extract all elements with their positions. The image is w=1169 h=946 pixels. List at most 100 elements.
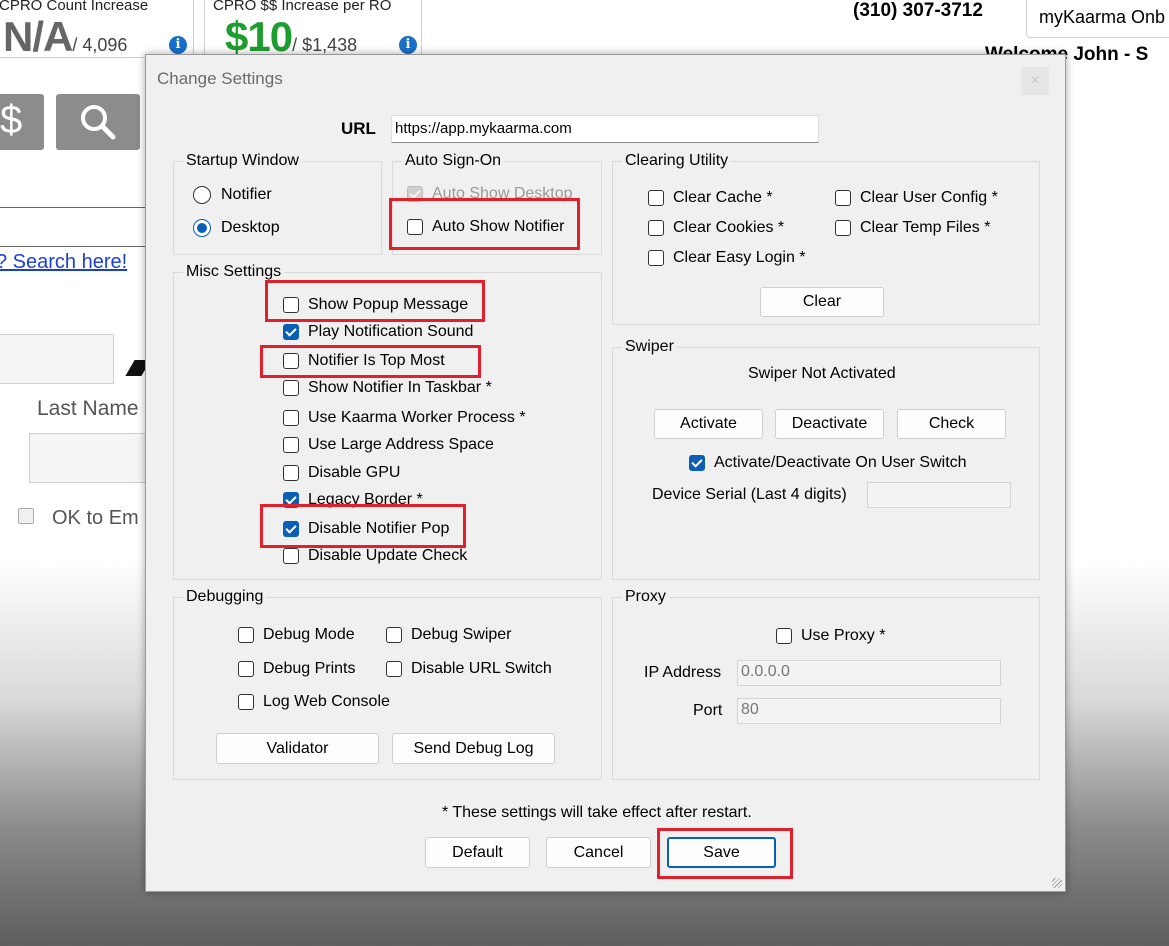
debug-mode-checkbox[interactable]: Debug Mode bbox=[238, 625, 355, 645]
debug-swiper-checkbox[interactable]: Debug Swiper bbox=[386, 625, 512, 645]
checkbox-disable-gpu[interactable] bbox=[283, 465, 299, 481]
clear-cache-checkbox[interactable]: Clear Cache * bbox=[648, 188, 773, 208]
checkbox-clear-cache[interactable] bbox=[648, 190, 664, 206]
startup-desktop-radio[interactable]: Desktop bbox=[193, 218, 280, 238]
dollar-button[interactable]: $ bbox=[0, 94, 44, 150]
clear-cookies-checkbox[interactable]: Clear Cookies * bbox=[648, 218, 784, 238]
play-notification-sound-checkbox[interactable]: Play Notification Sound bbox=[283, 322, 473, 342]
device-serial-label: Device Serial (Last 4 digits) bbox=[652, 486, 847, 503]
startup-window-group: Startup Window Notifier Desktop bbox=[173, 152, 382, 255]
cpro-dollar-card: CPRO $$ Increase per RO $10/ $1,438 i bbox=[204, 0, 422, 60]
search-icon bbox=[81, 105, 116, 140]
device-serial-input[interactable] bbox=[867, 482, 1011, 508]
use-kaarma-worker-label: Use Kaarma Worker Process * bbox=[308, 409, 526, 426]
clear-user-config-checkbox[interactable]: Clear User Config * bbox=[835, 188, 998, 208]
search-bar[interactable] bbox=[0, 207, 149, 247]
cpro-count-value-wrap: N/A/ 4,096 bbox=[3, 13, 127, 61]
account-selector-label: myKaarma Onb bbox=[1039, 7, 1166, 27]
checkbox-debug-swiper[interactable] bbox=[386, 627, 402, 643]
activate-button[interactable]: Activate bbox=[654, 409, 763, 439]
cpro-dollar-total: / $1,438 bbox=[292, 35, 358, 55]
checkbox-clear-cookies[interactable] bbox=[648, 220, 664, 236]
validator-button[interactable]: Validator bbox=[216, 733, 379, 764]
close-icon[interactable]: × bbox=[1021, 67, 1049, 95]
highlight-disable-notifier-pop bbox=[260, 504, 466, 548]
checkbox-use-large-address[interactable] bbox=[283, 437, 299, 453]
debugging-group: Debugging Debug Mode Debug Swiper Debug … bbox=[173, 588, 602, 780]
search-button[interactable] bbox=[56, 94, 140, 150]
checkbox-use-kaarma-worker[interactable] bbox=[283, 410, 299, 426]
cpro-count-total: / 4,096 bbox=[72, 35, 128, 55]
checkbox-show-notifier-taskbar[interactable] bbox=[283, 380, 299, 396]
debug-prints-checkbox[interactable]: Debug Prints bbox=[238, 659, 356, 679]
checkbox-clear-easy-login[interactable] bbox=[648, 250, 664, 266]
user-switch-checkbox[interactable]: Activate/Deactivate On User Switch bbox=[689, 453, 967, 473]
disable-gpu-checkbox[interactable]: Disable GPU bbox=[283, 463, 400, 483]
search-here-link[interactable]: ? Search here! bbox=[0, 251, 127, 274]
show-notifier-taskbar-checkbox[interactable]: Show Notifier In Taskbar * bbox=[283, 378, 492, 398]
proxy-title: Proxy bbox=[622, 588, 669, 606]
default-button[interactable]: Default bbox=[425, 837, 530, 868]
radio-notifier[interactable] bbox=[193, 186, 211, 204]
cpro-count-card: CPRO Count Increase N/A/ 4,096 i bbox=[0, 0, 194, 61]
check-button[interactable]: Check bbox=[897, 409, 1006, 439]
restart-footnote: * These settings will take effect after … bbox=[442, 804, 752, 821]
change-settings-dialog: Change Settings × URL https://app.mykaar… bbox=[145, 54, 1066, 892]
checkbox-use-proxy[interactable] bbox=[776, 628, 792, 644]
highlight-auto-show-notifier bbox=[389, 198, 580, 250]
clear-easy-login-checkbox[interactable]: Clear Easy Login * bbox=[648, 248, 806, 268]
checkbox-user-switch[interactable] bbox=[689, 455, 705, 471]
radio-desktop[interactable] bbox=[193, 219, 211, 237]
use-proxy-label: Use Proxy * bbox=[801, 627, 886, 644]
swiper-group: Swiper Swiper Not Activated Activate Dea… bbox=[612, 338, 1040, 580]
clear-button[interactable]: Clear bbox=[760, 287, 884, 317]
debug-mode-label: Debug Mode bbox=[263, 626, 355, 643]
checkbox-log-web-console[interactable] bbox=[238, 694, 254, 710]
checkbox-debug-mode[interactable] bbox=[238, 627, 254, 643]
resize-grip-icon[interactable] bbox=[1052, 878, 1062, 888]
checkbox-clear-temp-files[interactable] bbox=[835, 220, 851, 236]
cancel-button[interactable]: Cancel bbox=[546, 837, 651, 868]
checkbox-debug-prints[interactable] bbox=[238, 661, 254, 677]
show-notifier-taskbar-label: Show Notifier In Taskbar * bbox=[308, 379, 492, 396]
phone-number: (310) 307-3712 bbox=[853, 0, 983, 21]
use-large-address-checkbox[interactable]: Use Large Address Space bbox=[283, 435, 494, 455]
info-icon[interactable]: i bbox=[169, 36, 187, 54]
checkbox-disable-update-check[interactable] bbox=[283, 548, 299, 564]
clear-temp-files-checkbox[interactable]: Clear Temp Files * bbox=[835, 218, 990, 238]
checkbox-play-notification-sound[interactable] bbox=[283, 324, 299, 340]
deactivate-button[interactable]: Deactivate bbox=[775, 409, 884, 439]
last-name-input[interactable] bbox=[29, 433, 161, 483]
log-web-console-checkbox[interactable]: Log Web Console bbox=[238, 692, 390, 712]
ip-address-input[interactable]: 0.0.0.0 bbox=[737, 660, 1001, 686]
account-selector[interactable]: myKaarma Onb bbox=[1026, 0, 1169, 38]
disable-update-check-checkbox[interactable]: Disable Update Check bbox=[283, 546, 467, 566]
dollar-button-label: $ bbox=[0, 98, 23, 142]
clearing-utility-group: Clearing Utility Clear Cache * Clear Use… bbox=[612, 152, 1040, 325]
send-debug-log-button[interactable]: Send Debug Log bbox=[392, 733, 555, 764]
dialog-title: Change Settings bbox=[157, 69, 283, 88]
url-value: https://app.mykaarma.com bbox=[395, 120, 572, 137]
info-icon[interactable]: i bbox=[399, 36, 417, 54]
swiper-title: Swiper bbox=[622, 338, 677, 356]
log-web-console-label: Log Web Console bbox=[263, 693, 390, 710]
cpro-dollar-value: $10 bbox=[225, 13, 293, 60]
ok-to-email-checkbox[interactable] bbox=[18, 508, 34, 524]
user-switch-label: Activate/Deactivate On User Switch bbox=[714, 454, 967, 471]
misc-settings-title: Misc Settings bbox=[183, 263, 285, 281]
use-kaarma-worker-checkbox[interactable]: Use Kaarma Worker Process * bbox=[283, 408, 526, 428]
checkbox-clear-user-config[interactable] bbox=[835, 190, 851, 206]
first-name-input[interactable] bbox=[0, 334, 114, 384]
disable-url-switch-checkbox[interactable]: Disable URL Switch bbox=[386, 659, 552, 679]
swiper-status: Swiper Not Activated bbox=[748, 365, 896, 382]
clear-easy-login-label: Clear Easy Login * bbox=[673, 249, 806, 266]
clear-cache-label: Clear Cache * bbox=[673, 189, 773, 206]
startup-notifier-radio[interactable]: Notifier bbox=[193, 185, 272, 205]
proxy-group: Proxy Use Proxy * IP Address 0.0.0.0 Por… bbox=[612, 588, 1040, 780]
last-name-label: Last Name bbox=[37, 397, 139, 420]
ok-to-email-label: OK to Em bbox=[52, 507, 139, 529]
url-input[interactable]: https://app.mykaarma.com bbox=[391, 115, 819, 143]
port-input[interactable]: 80 bbox=[737, 698, 1001, 724]
use-proxy-checkbox[interactable]: Use Proxy * bbox=[776, 626, 885, 646]
checkbox-disable-url-switch[interactable] bbox=[386, 661, 402, 677]
